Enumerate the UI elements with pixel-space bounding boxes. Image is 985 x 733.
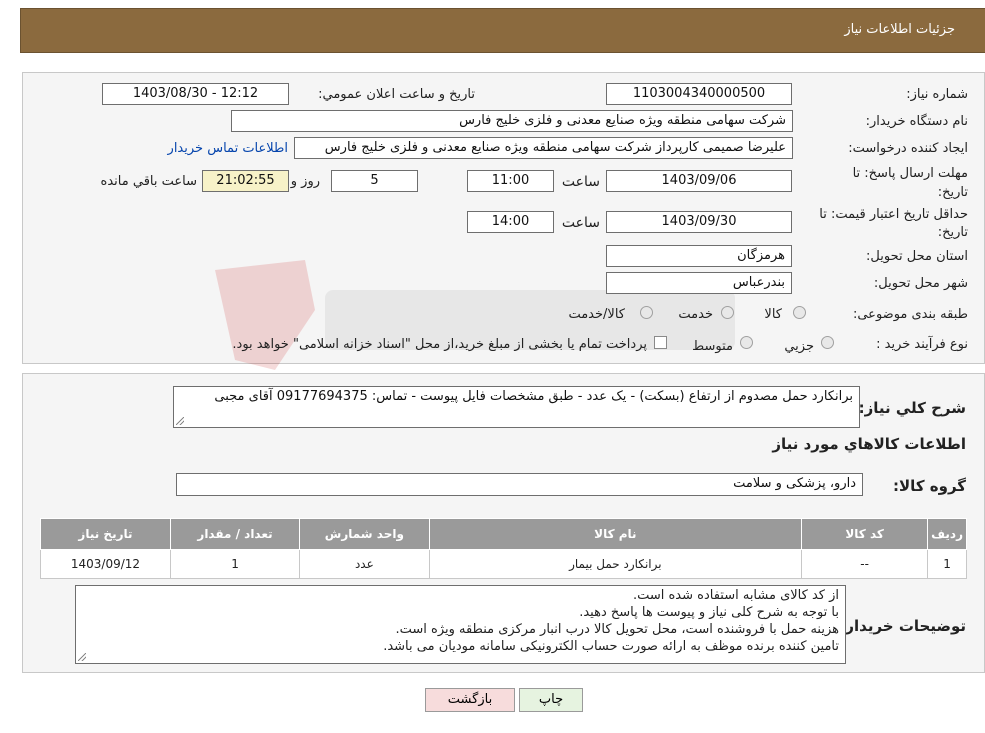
category-service-radio[interactable] — [721, 306, 734, 319]
cell-quantity: 1 — [169, 549, 301, 579]
process-medium-radio[interactable] — [740, 336, 753, 349]
requester-label: ایجاد کننده درخواست: — [848, 141, 968, 156]
col-quantity: تعداد / مقدار — [169, 518, 301, 550]
description-text: برانکارد حمل مصدوم از ارتفاع (بسکت) - یک… — [214, 389, 853, 404]
buyer-org-label: نام دستگاه خریدار: — [865, 114, 968, 129]
buyer-note-line: تامین کننده برنده موظف به ارائه صورت حسا… — [383, 639, 839, 654]
table-row: 1 -- برانکارد حمل بیمار عدد 1 1403/09/12 — [40, 549, 967, 579]
process-medium-label: متوسط — [692, 339, 733, 354]
buyer-note-line: هزینه حمل با فروشنده است، محل تحویل کالا… — [395, 622, 839, 637]
watermark-logo-icon — [215, 260, 735, 370]
description-field: برانکارد حمل مصدوم از ارتفاع (بسکت) - یک… — [173, 386, 860, 428]
city-label: شهر محل تحویل: — [873, 276, 968, 291]
resize-handle-icon[interactable] — [78, 653, 86, 661]
remaining-time-field: 21:02:55 — [202, 170, 289, 192]
announce-date-label: تاریخ و ساعت اعلان عمومي: — [318, 87, 475, 102]
col-goods-code: کد کالا — [801, 518, 929, 550]
category-goods-label: کالا — [764, 307, 782, 322]
process-type-label: نوع فرآیند خرید : — [876, 337, 968, 352]
need-number-label: شماره نیاز: — [906, 87, 968, 102]
validity-date-field: 1403/09/30 — [606, 211, 792, 233]
announce-date-field: 1403/08/30 - 12:12 — [102, 83, 289, 105]
col-row-number: رديف — [927, 518, 967, 550]
page-title: جزئیات اطلاعات نیاز — [844, 22, 955, 37]
validity-label: حداقل تاریخ اعتبار قیمت: تا تاریخ: — [819, 207, 968, 240]
cell-goods-name: برانکارد حمل بیمار — [428, 549, 803, 579]
cell-goods-code: -- — [801, 549, 929, 579]
goods-table-header: رديف کد کالا نام کالا واحد شمارش تعداد /… — [40, 518, 967, 550]
payment-note: پرداخت تمام یا بخشی از مبلغ خرید،از محل … — [232, 337, 647, 352]
goods-group-field: دارو، پزشکی و سلامت — [176, 473, 863, 496]
process-minor-radio[interactable] — [821, 336, 834, 349]
category-service-label: خدمت — [678, 307, 713, 322]
buyer-notes-label: توضیحات خریدار: — [839, 617, 966, 635]
goods-section-title: اطلاعات کالاهاي مورد نياز — [772, 435, 966, 453]
days-label: روز و — [290, 174, 320, 189]
buyer-note-line: از کد کالای مشابه استفاده شده است. — [632, 588, 839, 603]
remaining-time-label: ساعت باقي مانده — [100, 174, 197, 189]
need-number-field: 1103004340000500 — [606, 83, 792, 105]
days-remaining-field: 5 — [331, 170, 418, 192]
requester-field: علیرضا صمیمی کارپرداز شرکت سهامی منطقه و… — [294, 137, 793, 159]
cell-need-date: 1403/09/12 — [40, 549, 171, 579]
back-button[interactable]: بازگشت — [425, 688, 515, 712]
buyer-org-field: شرکت سهامی منطقه ویژه صنایع معدنی و فلزی… — [231, 110, 793, 132]
goods-group-label: گروه کالا: — [893, 477, 966, 495]
province-field: هرمزگان — [606, 245, 792, 267]
deadline-time-label: ساعت — [561, 174, 600, 190]
category-both-label: کالا/خدمت — [568, 307, 625, 322]
deadline-label: مهلت ارسال پاسخ: تا تاریخ: — [852, 166, 968, 200]
province-label: استان محل تحویل: — [866, 249, 968, 264]
goods-table: رديف کد کالا نام کالا واحد شمارش تعداد /… — [40, 518, 967, 579]
category-goods-radio[interactable] — [793, 306, 806, 319]
col-goods-name: نام کالا — [428, 518, 803, 550]
col-need-date: تاریخ نیاز — [40, 518, 171, 550]
category-both-radio[interactable] — [640, 306, 653, 319]
city-field: بندرعباس — [606, 272, 792, 294]
cell-row-number: 1 — [927, 549, 967, 579]
validity-time-label: ساعت — [561, 215, 600, 231]
buyer-note-line: با توجه به شرح کلی نیاز و پیوست ها پاسخ … — [579, 605, 839, 620]
col-unit: واحد شمارش — [299, 518, 430, 550]
validity-time-field: 14:00 — [467, 211, 554, 233]
resize-handle-icon[interactable] — [176, 417, 184, 425]
category-label: طبقه بندی موضوعی: — [852, 307, 968, 322]
deadline-time-field: 11:00 — [467, 170, 554, 192]
page-header: جزئیات اطلاعات نیاز — [20, 8, 985, 53]
treasury-docs-checkbox[interactable] — [654, 336, 667, 349]
buyer-notes-field: از کد کالای مشابه استفاده شده است. با تو… — [75, 585, 846, 664]
cell-unit: عدد — [299, 549, 430, 579]
deadline-date-field: 1403/09/06 — [606, 170, 792, 192]
buyer-contact-link[interactable]: اطلاعات تماس خریدار — [168, 141, 288, 156]
description-label: شرح کلي نياز: — [858, 399, 966, 417]
print-button[interactable]: چاپ — [519, 688, 583, 712]
process-minor-label: جزيي — [784, 339, 814, 354]
